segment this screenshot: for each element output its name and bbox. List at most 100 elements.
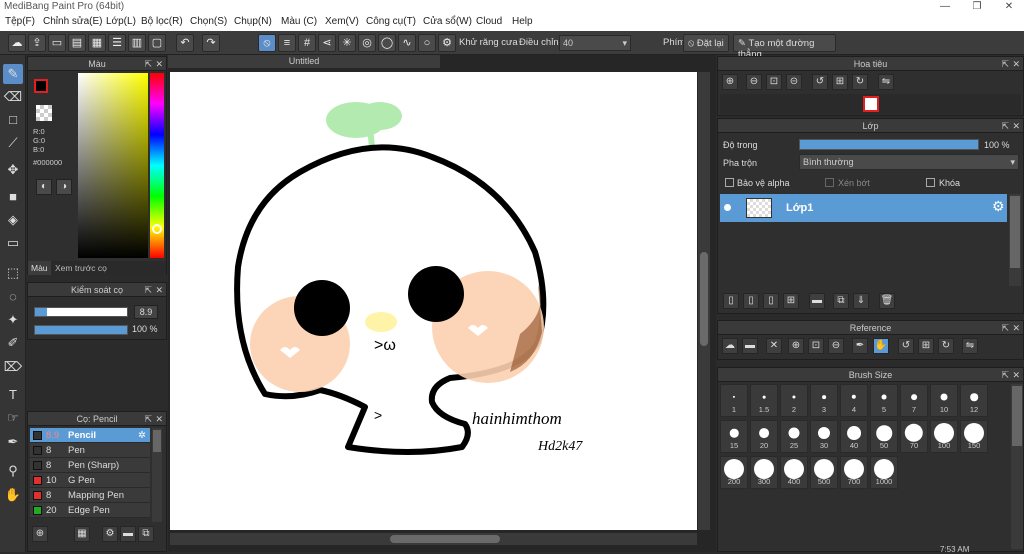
rect-tool-icon[interactable]: □ [3, 110, 23, 130]
brush-size-preset[interactable]: 3 [810, 384, 838, 417]
brush-size-preset[interactable]: 1.5 [750, 384, 778, 417]
brush-size-preset[interactable]: 4 [840, 384, 868, 417]
transparent-color-swatch[interactable] [36, 105, 52, 121]
page-icon[interactable]: ▦ [88, 34, 106, 52]
brush-size-preset[interactable]: 40 [840, 420, 868, 453]
brush-settings-icon[interactable]: ⚙ [102, 526, 118, 542]
menu-capture[interactable]: Chụp(N) [234, 16, 272, 27]
open-folder-icon[interactable]: ▬ [742, 338, 758, 354]
hand-tool-icon[interactable]: ✋ [3, 485, 23, 505]
zoom-in-icon[interactable]: ⊕ [722, 74, 738, 90]
foreground-color-swatch[interactable] [34, 79, 48, 93]
close-button[interactable]: ✕ [994, 0, 1024, 14]
lock-checkbox[interactable] [926, 178, 935, 187]
zoom-out-icon[interactable]: ⊖ [828, 338, 844, 354]
new-layer-2-icon[interactable]: ▯ [743, 293, 759, 309]
brush-size-preset[interactable]: 20 [750, 420, 778, 453]
eraser-tool-icon[interactable]: ⌫ [3, 87, 23, 107]
select-eraser-icon[interactable]: ⌦ [3, 357, 23, 377]
brush-size-preset[interactable]: 1 [720, 384, 748, 417]
float-icon[interactable]: ⇱ [144, 412, 152, 426]
brush-opacity-slider[interactable] [34, 325, 128, 335]
frame-icon[interactable]: ▢ [148, 34, 166, 52]
gradient-tool-icon[interactable]: ▭ [3, 233, 23, 253]
merge-layer-icon[interactable]: ⇓ [853, 293, 869, 309]
bucket-tool-icon[interactable]: ◈ [3, 210, 23, 230]
brush-settings-icon[interactable]: ✲ [138, 428, 146, 443]
blend-mode-select[interactable]: Bình thường ▾ [799, 154, 1019, 170]
curve-snap-icon[interactable]: ◯ [378, 34, 396, 52]
vertical-scrollbar[interactable] [698, 72, 710, 530]
add-layer-menu-icon[interactable]: ⊞ [783, 293, 799, 309]
scroll-thumb[interactable] [153, 430, 161, 452]
menu-window[interactable]: Cửa sổ(W) [423, 16, 472, 27]
close-icon[interactable]: ✕ [1012, 321, 1020, 335]
hue-handle[interactable] [152, 224, 162, 234]
brush-list-item[interactable]: 8 Mapping Pen [30, 488, 150, 503]
operation-tool-icon[interactable]: ☞ [3, 408, 23, 428]
protect-alpha-checkbox[interactable] [725, 178, 734, 187]
folder-icon[interactable]: ▬ [120, 526, 136, 542]
layer-settings-icon[interactable]: ⚙ [992, 198, 1005, 215]
close-icon[interactable]: ✕ [155, 412, 163, 426]
tab-brush-preview[interactable]: Xem trước cọ [52, 261, 110, 275]
rotate-right-icon[interactable]: ↻ [852, 74, 868, 90]
brush-list-scrollbar[interactable] [152, 428, 162, 522]
parallel-snap-icon[interactable]: ≡ [278, 34, 296, 52]
layer-row[interactable]: Lớp1 ⚙ [720, 194, 1007, 222]
brush-size-preset[interactable]: 300 [750, 456, 778, 489]
rotate-right-icon[interactable]: ↻ [938, 338, 954, 354]
brush-size-preset[interactable]: 7 [900, 384, 928, 417]
move-tool-icon[interactable]: ✥ [3, 160, 23, 180]
cross-snap-icon[interactable]: # [298, 34, 316, 52]
add-brush-icon[interactable]: ⊕ [32, 526, 48, 542]
hand-icon[interactable]: ✋ [873, 338, 889, 354]
flip-icon[interactable]: ⇋ [962, 338, 978, 354]
palette-settings-icon[interactable]: ◑ [56, 179, 72, 195]
eyedropper-icon[interactable]: ⚲ [3, 461, 23, 481]
brush-list-item[interactable]: 8.9 Pencil ✲ [30, 428, 150, 443]
brush-size-preset[interactable]: 12 [960, 384, 988, 417]
minimize-button[interactable]: — [930, 0, 960, 14]
brush-size-preset[interactable]: 200 [720, 456, 748, 489]
menu-cloud[interactable]: Cloud [476, 16, 502, 27]
settings-icon[interactable]: ⚙ [438, 34, 456, 52]
brush-size-preset[interactable]: 25 [780, 420, 808, 453]
layer-folder-icon[interactable]: ▬ [809, 293, 825, 309]
delete-layer-icon[interactable]: 🗑 [879, 293, 895, 309]
path-snap-icon[interactable]: ∿ [398, 34, 416, 52]
brush-size-preset[interactable]: 30 [810, 420, 838, 453]
brush-size-preset[interactable]: 2 [780, 384, 808, 417]
upload-icon[interactable]: ⇪ [28, 34, 46, 52]
scroll-thumb[interactable] [1010, 196, 1020, 268]
brush-size-slider[interactable] [34, 307, 128, 317]
fill-rect-tool-icon[interactable]: ■ [3, 187, 23, 207]
reset-button[interactable]: ⦸ Đặt lại [683, 34, 729, 52]
brush-size-value[interactable]: 8.9 [134, 305, 158, 319]
scroll-thumb[interactable] [1012, 386, 1022, 446]
dropper-tool-icon[interactable]: ✒ [3, 432, 23, 452]
cloud-icon[interactable]: ☁ [722, 338, 738, 354]
layer-scrollbar[interactable] [1009, 194, 1021, 286]
maximize-button[interactable]: ❐ [962, 0, 992, 14]
straight-line-button[interactable]: ✎ Tạo một đường thẳng [733, 34, 836, 60]
close-icon[interactable]: ✕ [155, 283, 163, 297]
magic-wand-icon[interactable]: ✦ [3, 310, 23, 330]
chat-icon[interactable]: ▤ [68, 34, 86, 52]
vertical-scroll-thumb[interactable] [700, 252, 708, 346]
navigator-preview[interactable] [720, 94, 1021, 114]
close-icon[interactable]: ✕ [155, 57, 163, 71]
comment-icon[interactable]: ▭ [48, 34, 66, 52]
text-tool-icon[interactable]: T [3, 385, 23, 405]
layer-opacity-slider[interactable] [799, 139, 979, 150]
new-layer-3-icon[interactable]: ▯ [763, 293, 779, 309]
grid-icon[interactable]: ▥ [128, 34, 146, 52]
close-icon[interactable]: ✕ [1012, 368, 1020, 382]
palette-icon[interactable]: ◐ [36, 179, 52, 195]
actual-size-icon[interactable]: ⊞ [832, 74, 848, 90]
close-icon[interactable]: ✕ [1012, 57, 1020, 71]
float-icon[interactable]: ⇱ [1001, 368, 1009, 382]
brush-size-preset[interactable]: 150 [960, 420, 988, 453]
dropper-icon[interactable]: ✒ [852, 338, 868, 354]
radial-snap-icon[interactable]: ✳ [338, 34, 356, 52]
